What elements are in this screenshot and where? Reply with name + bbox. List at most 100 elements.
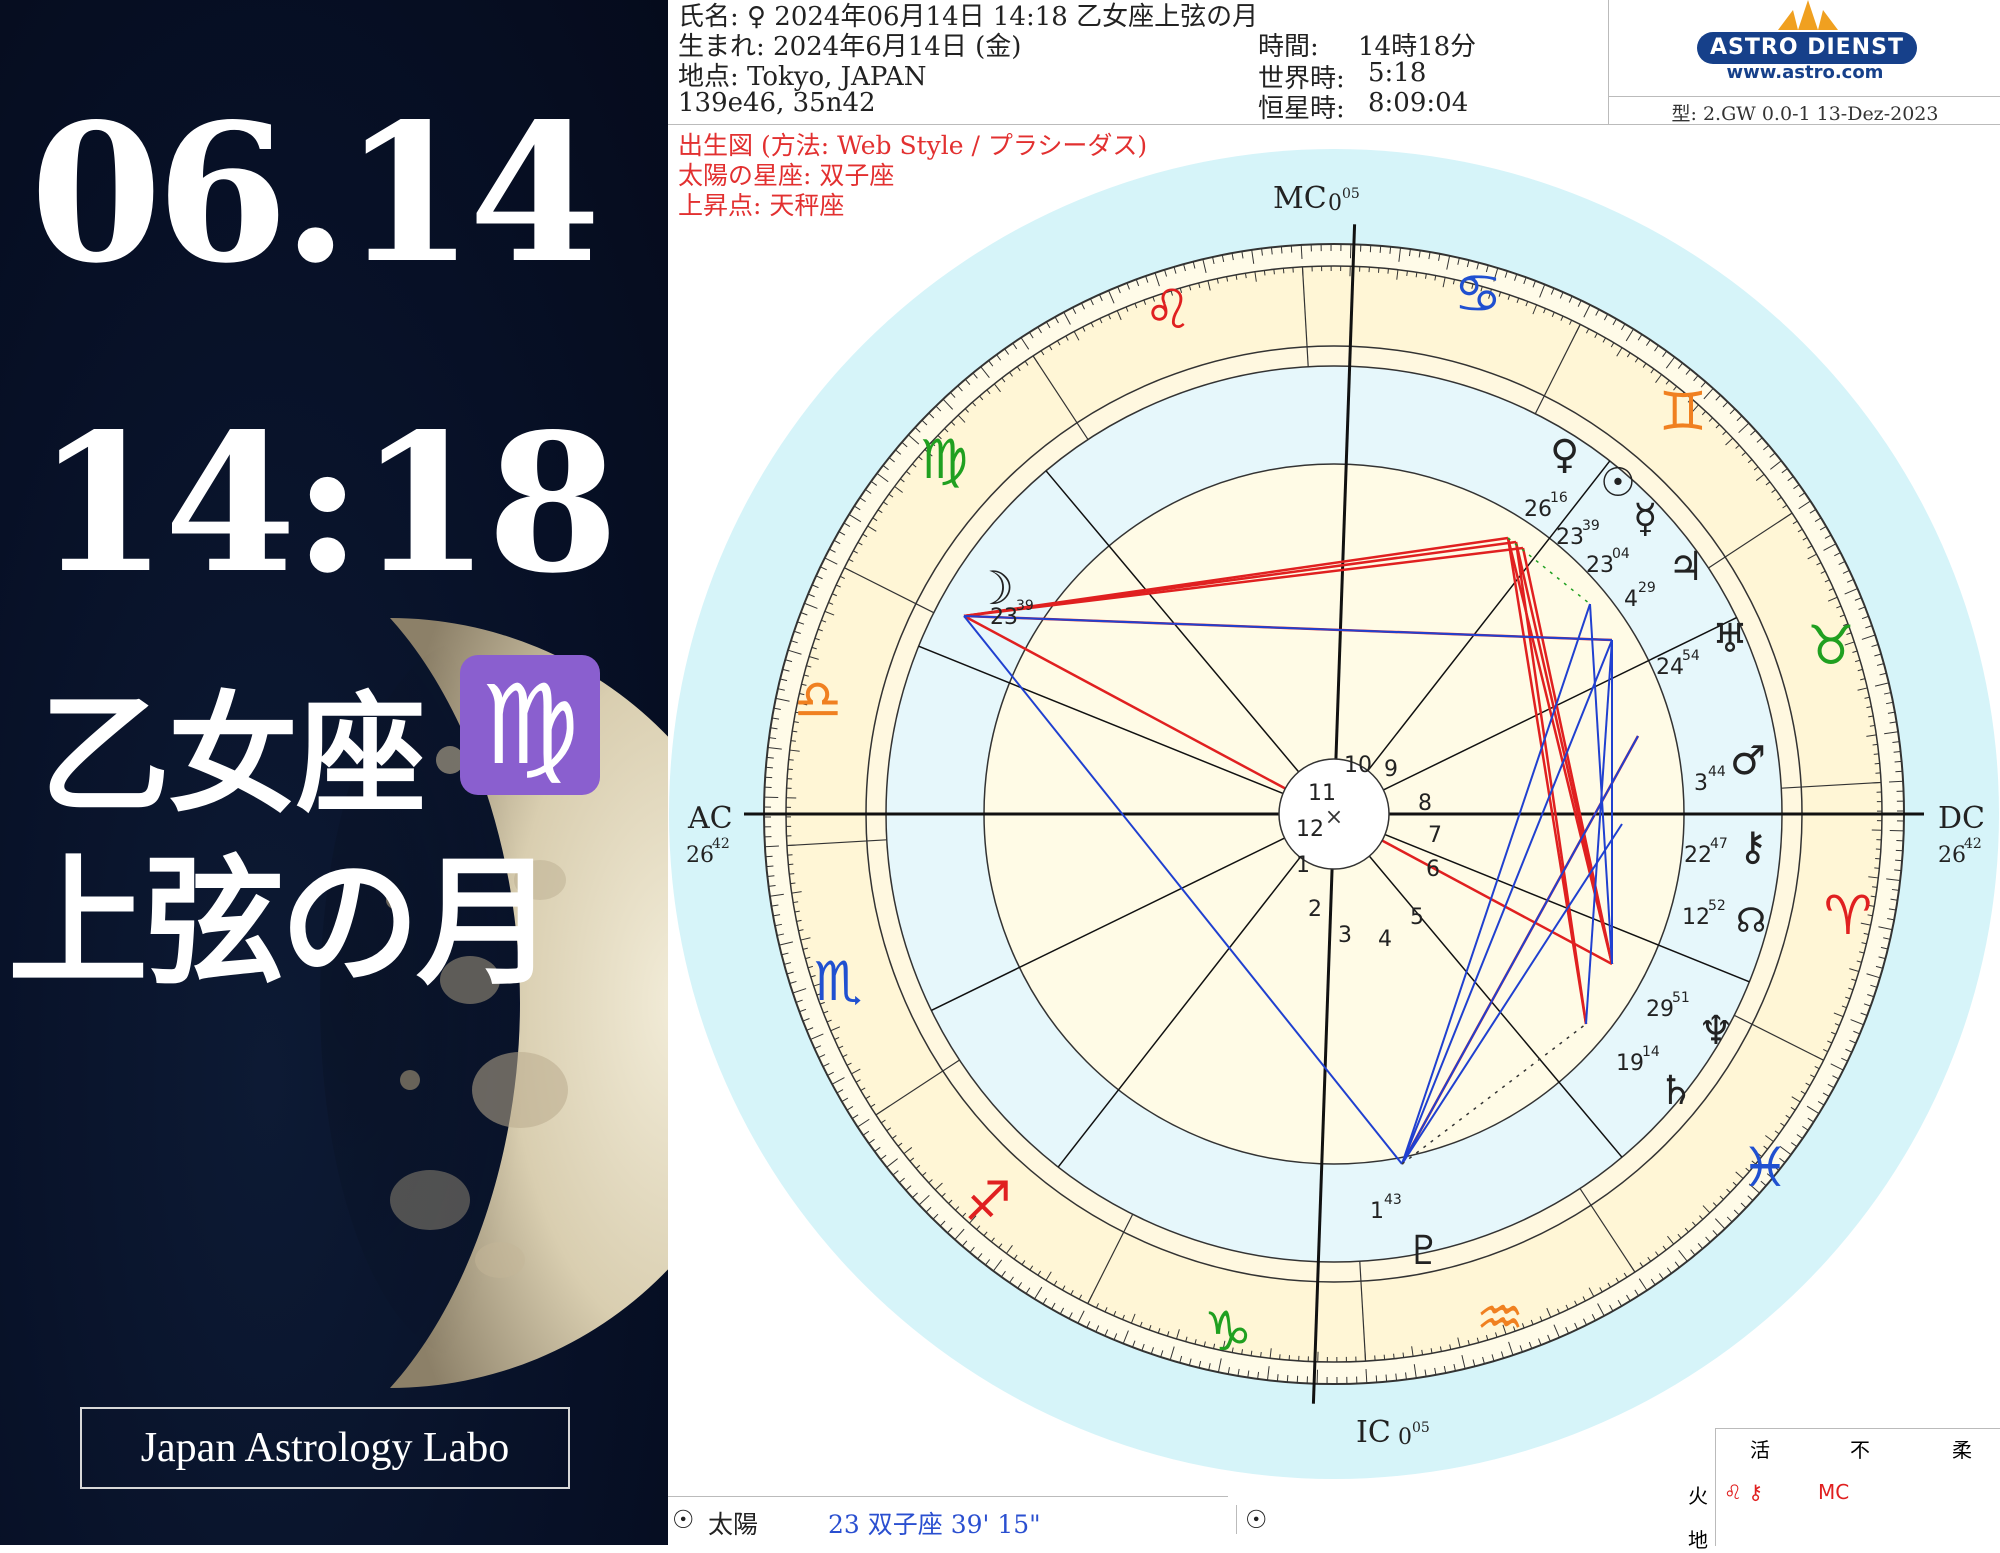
house-2: 2: [1308, 897, 1322, 922]
dc-label: DC: [1938, 801, 1985, 836]
degree-tick: [1264, 270, 1265, 275]
mc-label: MC: [1273, 181, 1327, 216]
degree-tick: [767, 757, 774, 758]
degree-tick: [766, 767, 773, 768]
taurus-sign-icon: ♉: [1807, 614, 1855, 677]
svg-text:29: 29: [1638, 580, 1656, 596]
moon-phase-text: 上弦の月: [8, 810, 552, 1012]
chiron-planet-icon: ⚷: [1738, 824, 1767, 870]
degree-tick: [1277, 1374, 1278, 1381]
degree-tick: [1291, 246, 1292, 253]
fire-cardinal-cell: ♌ ⚷: [1724, 1480, 1763, 1504]
house-1: 1: [1296, 853, 1310, 878]
svg-text:04: 04: [1612, 546, 1630, 562]
astrodienst-logo[interactable]: ASTRO DIENST www.astro.com 型: 2.GW 0.0-1…: [1608, 0, 2000, 124]
degree-tick: [1390, 247, 1391, 254]
time-text: 14:18: [36, 392, 615, 615]
svg-text:29: 29: [1646, 997, 1674, 1022]
st-label: 恒星時:: [1258, 88, 1345, 125]
cancer-sign-icon: ♋: [1454, 262, 1502, 325]
sun-planet-icon: ☉: [1600, 460, 1636, 506]
planet-table: ☉ 太陽 23 双子座 39' 15" ☉: [668, 1496, 1228, 1546]
jupiter-planet-icon: ♃: [1668, 544, 1704, 590]
libra-sign-icon: ♎: [794, 668, 842, 731]
leo-sign-icon: ♌: [1144, 278, 1192, 341]
svg-text:26: 26: [1524, 497, 1552, 522]
degree-tick: [1380, 246, 1381, 253]
virgo-badge-icon: ♍: [460, 655, 600, 795]
ac-label: AC: [687, 801, 733, 836]
svg-text:4: 4: [1624, 587, 1638, 612]
svg-text:43: 43: [1384, 1192, 1402, 1208]
mercury-planet-icon: ☿: [1633, 496, 1658, 542]
degree-tick: [766, 866, 773, 867]
house-12: 12: [1296, 817, 1324, 842]
aries-sign-icon: ♈: [1824, 884, 1872, 947]
svg-text:3: 3: [1694, 771, 1708, 796]
svg-text:24: 24: [1656, 655, 1684, 680]
degree-tick: [789, 874, 794, 875]
degree-tick: [790, 883, 795, 884]
svg-text:05: 05: [1412, 1420, 1430, 1436]
st-value: 8:09:04: [1368, 88, 1468, 118]
saturn-planet-icon: ♄: [1658, 1068, 1694, 1114]
pisces-sign-icon: ♓: [1741, 1136, 1789, 1199]
house-9: 9: [1384, 757, 1398, 782]
svg-text:44: 44: [1708, 764, 1726, 780]
fire-fixed-cell: MC: [1818, 1480, 1849, 1504]
svg-text:14: 14: [1642, 1044, 1660, 1060]
scorpio-sign-icon: ♏: [814, 950, 862, 1013]
chart-type-line: 型: 2.GW 0.0-1 13-Dez-2023: [1609, 96, 2000, 126]
svg-text:0: 0: [1328, 191, 1342, 216]
modality-table: 活 不 柔 火 ♌ ⚷ MC 地: [1680, 1428, 2000, 1545]
svg-text:52: 52: [1708, 898, 1726, 914]
svg-text:26: 26: [686, 843, 714, 868]
degree-tick: [1895, 860, 1902, 861]
chart-header: 氏名: ♀ 2024年06月14日 14:18 乙女座上弦の月 生まれ: 202…: [668, 0, 2000, 125]
svg-text:05: 05: [1342, 186, 1360, 202]
mode-cardinal: 活: [1750, 1434, 1770, 1463]
house-7: 7: [1428, 823, 1442, 848]
house-3: 3: [1338, 923, 1352, 948]
mode-fixed: 不: [1850, 1434, 1870, 1463]
sun-row-icon: ☉: [672, 1505, 694, 1534]
house-8: 8: [1418, 791, 1432, 816]
svg-text:1: 1: [1370, 1199, 1384, 1224]
house-4: 4: [1378, 927, 1392, 952]
ic-label: IC: [1356, 1415, 1391, 1450]
capricorn-sign-icon: ♑: [1204, 1300, 1252, 1363]
svg-text:23: 23: [1556, 525, 1584, 550]
svg-text:39: 39: [1016, 598, 1034, 614]
degree-tick: [1894, 870, 1901, 871]
svg-text:0: 0: [1398, 1425, 1412, 1450]
node-planet-icon: ☊: [1736, 901, 1766, 941]
degree-tick: [1872, 887, 1877, 888]
degree-tick: [766, 856, 773, 857]
degree-tick: [1394, 1354, 1395, 1359]
degree-tick: [1895, 771, 1902, 772]
degree-tick: [1261, 1352, 1262, 1357]
degree-tick: [1386, 1375, 1387, 1382]
aquarius-sign-icon: ♒: [1476, 1286, 1524, 1349]
uranus-planet-icon: ♅: [1712, 616, 1748, 662]
pluto-planet-icon: ♇: [1406, 1228, 1442, 1274]
sun-row-label: 太陽: [708, 1505, 758, 1541]
logo-url[interactable]: www.astro.com: [1609, 62, 2000, 83]
svg-text:54: 54: [1682, 648, 1700, 664]
svg-text:23: 23: [990, 605, 1018, 630]
degree-tick: [1287, 1375, 1288, 1382]
degree-tick: [1403, 1353, 1404, 1358]
mars-planet-icon: ♂: [1730, 738, 1766, 784]
chart-panel: 氏名: ♀ 2024年06月14日 14:18 乙女座上弦の月 生まれ: 202…: [668, 0, 2000, 1545]
svg-text:47: 47: [1710, 836, 1728, 852]
svg-text:16: 16: [1550, 490, 1568, 506]
degree-tick: [1281, 246, 1282, 253]
svg-text:23: 23: [1586, 553, 1614, 578]
house-10: 10: [1344, 753, 1372, 778]
sun-row-value: 23 双子座 39' 15": [828, 1505, 1041, 1541]
svg-text:22: 22: [1684, 843, 1712, 868]
degree-tick: [1407, 271, 1408, 276]
element-earth-label: 地: [1688, 1524, 1708, 1553]
date-text: 06.14: [30, 82, 595, 305]
natal-chart-wheel: × 1 2 3 4 5 6 7 8 9 10 11 12 MC 0 05: [668, 124, 2000, 1494]
